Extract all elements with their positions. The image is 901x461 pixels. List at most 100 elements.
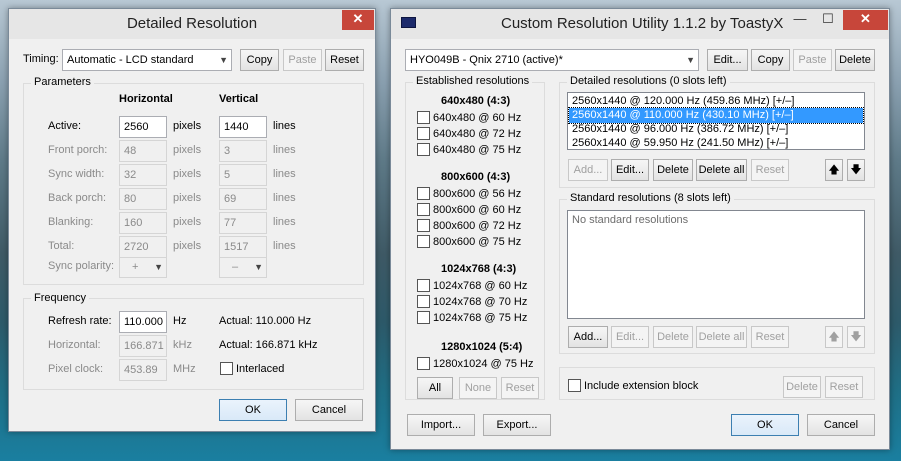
extension-reset-button[interactable]: Reset xyxy=(825,376,863,398)
paste-button[interactable]: Paste xyxy=(283,49,322,71)
move-up-standard-button[interactable]: 🡅 xyxy=(825,326,843,348)
edit-button[interactable]: Edit... xyxy=(707,49,748,71)
detailed-resolution-row[interactable]: 2560x1440 @ 110.000 Hz (430.10 MHz) [+/–… xyxy=(568,107,864,124)
established-item-label: 1024x768 @ 60 Hz xyxy=(433,280,528,292)
interlaced-checkbox[interactable] xyxy=(220,362,233,375)
param-v-input[interactable]: 77 xyxy=(219,212,267,234)
paste-button[interactable]: Paste xyxy=(793,49,832,71)
established-checkbox[interactable] xyxy=(417,187,430,200)
reset-button[interactable]: Reset xyxy=(325,49,364,71)
edit-standard-button[interactable]: Edit... xyxy=(611,326,649,348)
detailed-list[interactable]: 2560x1440 @ 120.000 Hz (459.86 MHz) [+/–… xyxy=(567,92,865,150)
chevron-down-icon: ▼ xyxy=(254,262,263,272)
param-h-unit: pixels xyxy=(173,192,202,204)
established-item-label: 1024x768 @ 70 Hz xyxy=(433,296,528,308)
established-checkbox[interactable] xyxy=(417,111,430,124)
window-title: Detailed Resolution xyxy=(126,15,258,32)
param-h-input[interactable]: 32 xyxy=(119,164,167,186)
delete-all-standard-button[interactable]: Delete all xyxy=(696,326,747,348)
param-v-unit: lines xyxy=(273,240,296,252)
monitor-select[interactable]: HYO049B - Qnix 2710 (active)* ▼ xyxy=(405,49,699,71)
add-detailed-button[interactable]: Add... xyxy=(568,159,608,181)
all-button[interactable]: All xyxy=(417,377,453,399)
maximize-button[interactable]: ☐ xyxy=(815,10,841,30)
close-button[interactable]: ✕ xyxy=(342,10,374,30)
established-item-label: 1024x768 @ 75 Hz xyxy=(433,312,528,324)
extension-checkbox[interactable] xyxy=(568,379,581,392)
reset-standard-button[interactable]: Reset xyxy=(751,326,789,348)
detailed-resolution-row[interactable]: 2560x1440 @ 96.000 Hz (386.72 MHz) [+/–] xyxy=(569,122,863,137)
extension-delete-button[interactable]: Delete xyxy=(783,376,821,398)
delete-all-button[interactable]: Delete all xyxy=(696,159,747,181)
minimize-button[interactable]: — xyxy=(787,10,813,30)
param-h-unit: pixels xyxy=(173,240,202,252)
established-item-label: 800x600 @ 60 Hz xyxy=(433,204,522,216)
param-v-input[interactable]: 1440 xyxy=(219,116,267,138)
delete-detailed-button[interactable]: Delete xyxy=(653,159,693,181)
copy-button[interactable]: Copy xyxy=(751,49,790,71)
import-button[interactable]: Import... xyxy=(407,414,475,436)
standard-list[interactable]: No standard resolutions xyxy=(567,210,865,319)
cancel-button[interactable]: Cancel xyxy=(295,399,363,421)
ok-button[interactable]: OK xyxy=(219,399,287,421)
established-checkbox[interactable] xyxy=(417,279,430,292)
detailed-resolution-row[interactable]: 2560x1440 @ 120.000 Hz (459.86 MHz) [+/–… xyxy=(569,94,863,109)
delete-button[interactable]: Delete xyxy=(835,49,875,71)
param-h-input[interactable]: 160 xyxy=(119,212,167,234)
timing-select[interactable]: Automatic - LCD standard ▼ xyxy=(62,49,232,71)
reset-detailed-button[interactable]: Reset xyxy=(751,159,789,181)
v-polarity-value: – xyxy=(232,261,239,273)
standard-empty-text: No standard resolutions xyxy=(572,214,689,226)
horizontal-freq-input[interactable]: 166.871 xyxy=(119,335,167,357)
param-label: Front porch: xyxy=(48,144,108,156)
param-v-input[interactable]: 1517 xyxy=(219,236,267,258)
param-label: Sync width: xyxy=(48,168,105,180)
param-h-unit: pixels xyxy=(173,120,202,132)
move-down-button[interactable]: 🡇 xyxy=(847,159,865,181)
established-checkbox[interactable] xyxy=(417,235,430,248)
move-up-button[interactable]: 🡅 xyxy=(825,159,843,181)
edit-detailed-button[interactable]: Edit... xyxy=(611,159,649,181)
param-h-unit: pixels xyxy=(173,144,202,156)
param-h-input[interactable]: 48 xyxy=(119,140,167,162)
title-bar[interactable]: Custom Resolution Utility 1.1.2 by Toast… xyxy=(391,9,889,39)
ok-button[interactable]: OK xyxy=(731,414,799,436)
established-item-label: 800x600 @ 72 Hz xyxy=(433,220,522,232)
established-checkbox[interactable] xyxy=(417,357,430,370)
cancel-button[interactable]: Cancel xyxy=(807,414,875,436)
delete-standard-button[interactable]: Delete xyxy=(653,326,693,348)
h-polarity-select[interactable]: + ▼ xyxy=(119,256,167,278)
interlaced-label: Interlaced xyxy=(236,363,285,375)
established-checkbox[interactable] xyxy=(417,203,430,216)
export-button[interactable]: Export... xyxy=(483,414,551,436)
vertical-header: Vertical xyxy=(219,93,259,105)
param-v-input[interactable]: 69 xyxy=(219,188,267,210)
established-checkbox[interactable] xyxy=(417,127,430,140)
param-h-input[interactable]: 2720 xyxy=(119,236,167,258)
established-checkbox[interactable] xyxy=(417,311,430,324)
param-v-input[interactable]: 5 xyxy=(219,164,267,186)
reset-button[interactable]: Reset xyxy=(501,377,539,399)
established-item-label: 800x600 @ 56 Hz xyxy=(433,188,522,200)
established-item-label: 1280x1024 @ 75 Hz xyxy=(433,358,534,370)
move-down-standard-button[interactable]: 🡇 xyxy=(847,326,865,348)
refresh-rate-input[interactable]: 110.000 xyxy=(119,311,167,333)
param-label: Total: xyxy=(48,240,75,252)
established-checkbox[interactable] xyxy=(417,143,430,156)
add-standard-button[interactable]: Add... xyxy=(568,326,608,348)
close-button[interactable]: ✕ xyxy=(843,10,888,30)
v-polarity-select[interactable]: – ▼ xyxy=(219,256,267,278)
detailed-resolution-row[interactable]: 2560x1440 @ 59.950 Hz (241.50 MHz) [+/–] xyxy=(569,136,863,151)
none-button[interactable]: None xyxy=(459,377,497,399)
arrow-up-icon: 🡅 xyxy=(828,164,840,176)
param-v-input[interactable]: 3 xyxy=(219,140,267,162)
established-checkbox[interactable] xyxy=(417,295,430,308)
copy-button[interactable]: Copy xyxy=(240,49,279,71)
pixel-clock-input[interactable]: 453.89 xyxy=(119,359,167,381)
param-h-input[interactable]: 80 xyxy=(119,188,167,210)
title-bar[interactable]: Detailed Resolution ✕ xyxy=(9,9,375,39)
param-h-input[interactable]: 2560 xyxy=(119,116,167,138)
established-group-heading: 640x480 (4:3) xyxy=(441,95,511,107)
established-group-heading: 800x600 (4:3) xyxy=(441,171,511,183)
established-checkbox[interactable] xyxy=(417,219,430,232)
